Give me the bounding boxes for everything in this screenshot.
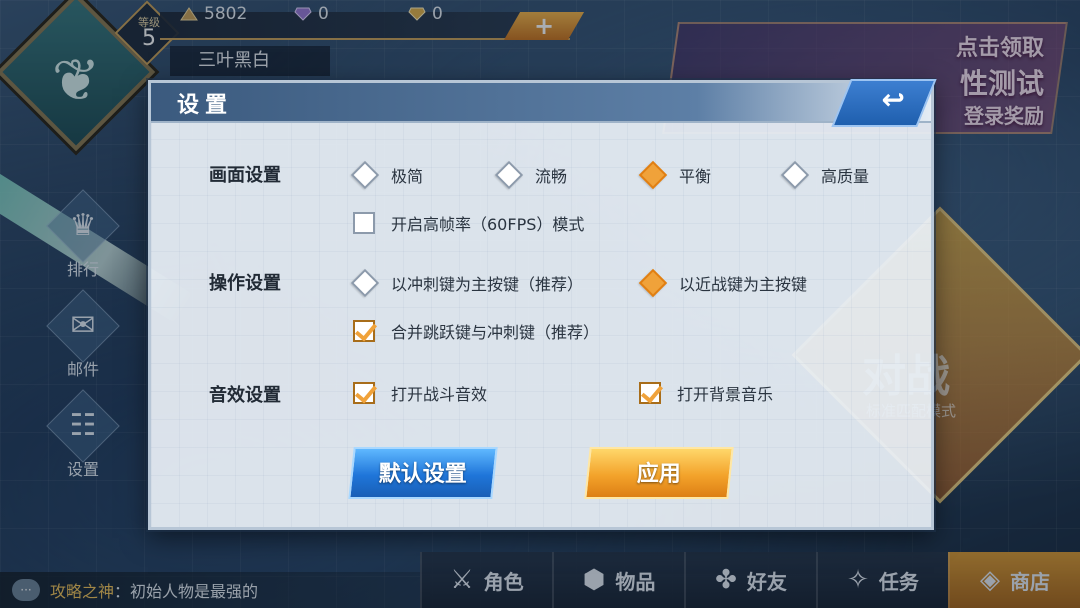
graphics-option-high[interactable]: 高质量 [780, 160, 870, 190]
close-icon: ↩ [881, 83, 905, 116]
default-settings-button[interactable]: 默认设置 [348, 447, 498, 499]
controls-option-melee[interactable]: 以近战键为主按键 [638, 268, 808, 298]
controls-option-melee-label: 以近战键为主按键 [679, 275, 808, 294]
controls-option-dash[interactable]: 以冲刺键为主按键（推荐） [350, 268, 584, 298]
radio-diamond-icon [494, 160, 524, 190]
dialog-header [151, 83, 931, 123]
battle-sfx-label: 打开战斗音效 [391, 385, 488, 404]
apply-label: 应用 [636, 462, 681, 487]
graphics-option-smooth-label: 流畅 [535, 167, 568, 186]
merge-jump-checkbox[interactable]: 合并跳跃键与冲刺键（推荐） [353, 319, 599, 343]
bgm-label: 打开背景音乐 [677, 385, 774, 404]
graphics-option-balanced-label: 平衡 [679, 167, 712, 186]
battle-sfx-checkbox[interactable]: 打开战斗音效 [353, 381, 487, 405]
radio-diamond-selected-icon [638, 160, 668, 190]
high-fps-label: 开启高帧率（60FPS）模式 [391, 215, 585, 234]
checkbox-checked-icon [639, 382, 661, 404]
radio-diamond-icon [350, 160, 380, 190]
dialog-grid [151, 83, 931, 527]
graphics-option-minimal-label: 极简 [391, 167, 424, 186]
checkbox-checked-icon [353, 382, 375, 404]
audio-settings-label: 音效设置 [209, 385, 281, 406]
settings-dialog: 设置 ↩ 画面设置 极简 流畅 平衡 高质量 开启高帧率（60FPS）模式 操作… [148, 79, 937, 530]
controls-settings-label: 操作设置 [209, 273, 281, 294]
radio-diamond-selected-icon [638, 268, 668, 298]
merge-jump-label: 合并跳跃键与冲刺键（推荐） [391, 323, 600, 342]
radio-diamond-icon [780, 160, 810, 190]
dialog-title: 设置 [177, 93, 234, 118]
apply-button[interactable]: 应用 [584, 447, 734, 499]
controls-option-dash-label: 以冲刺键为主按键（推荐） [391, 275, 584, 294]
graphics-option-balanced[interactable]: 平衡 [638, 160, 712, 190]
graphics-option-minimal[interactable]: 极简 [350, 160, 424, 190]
high-fps-checkbox[interactable]: 开启高帧率（60FPS）模式 [353, 211, 584, 235]
checkbox-checked-icon [353, 320, 375, 342]
radio-diamond-icon [350, 268, 380, 298]
graphics-settings-label: 画面设置 [209, 165, 281, 186]
default-settings-label: 默认设置 [378, 462, 467, 487]
graphics-option-smooth[interactable]: 流畅 [494, 160, 568, 190]
graphics-option-high-label: 高质量 [821, 167, 870, 186]
bgm-checkbox[interactable]: 打开背景音乐 [639, 381, 773, 405]
checkbox-icon [353, 212, 375, 234]
